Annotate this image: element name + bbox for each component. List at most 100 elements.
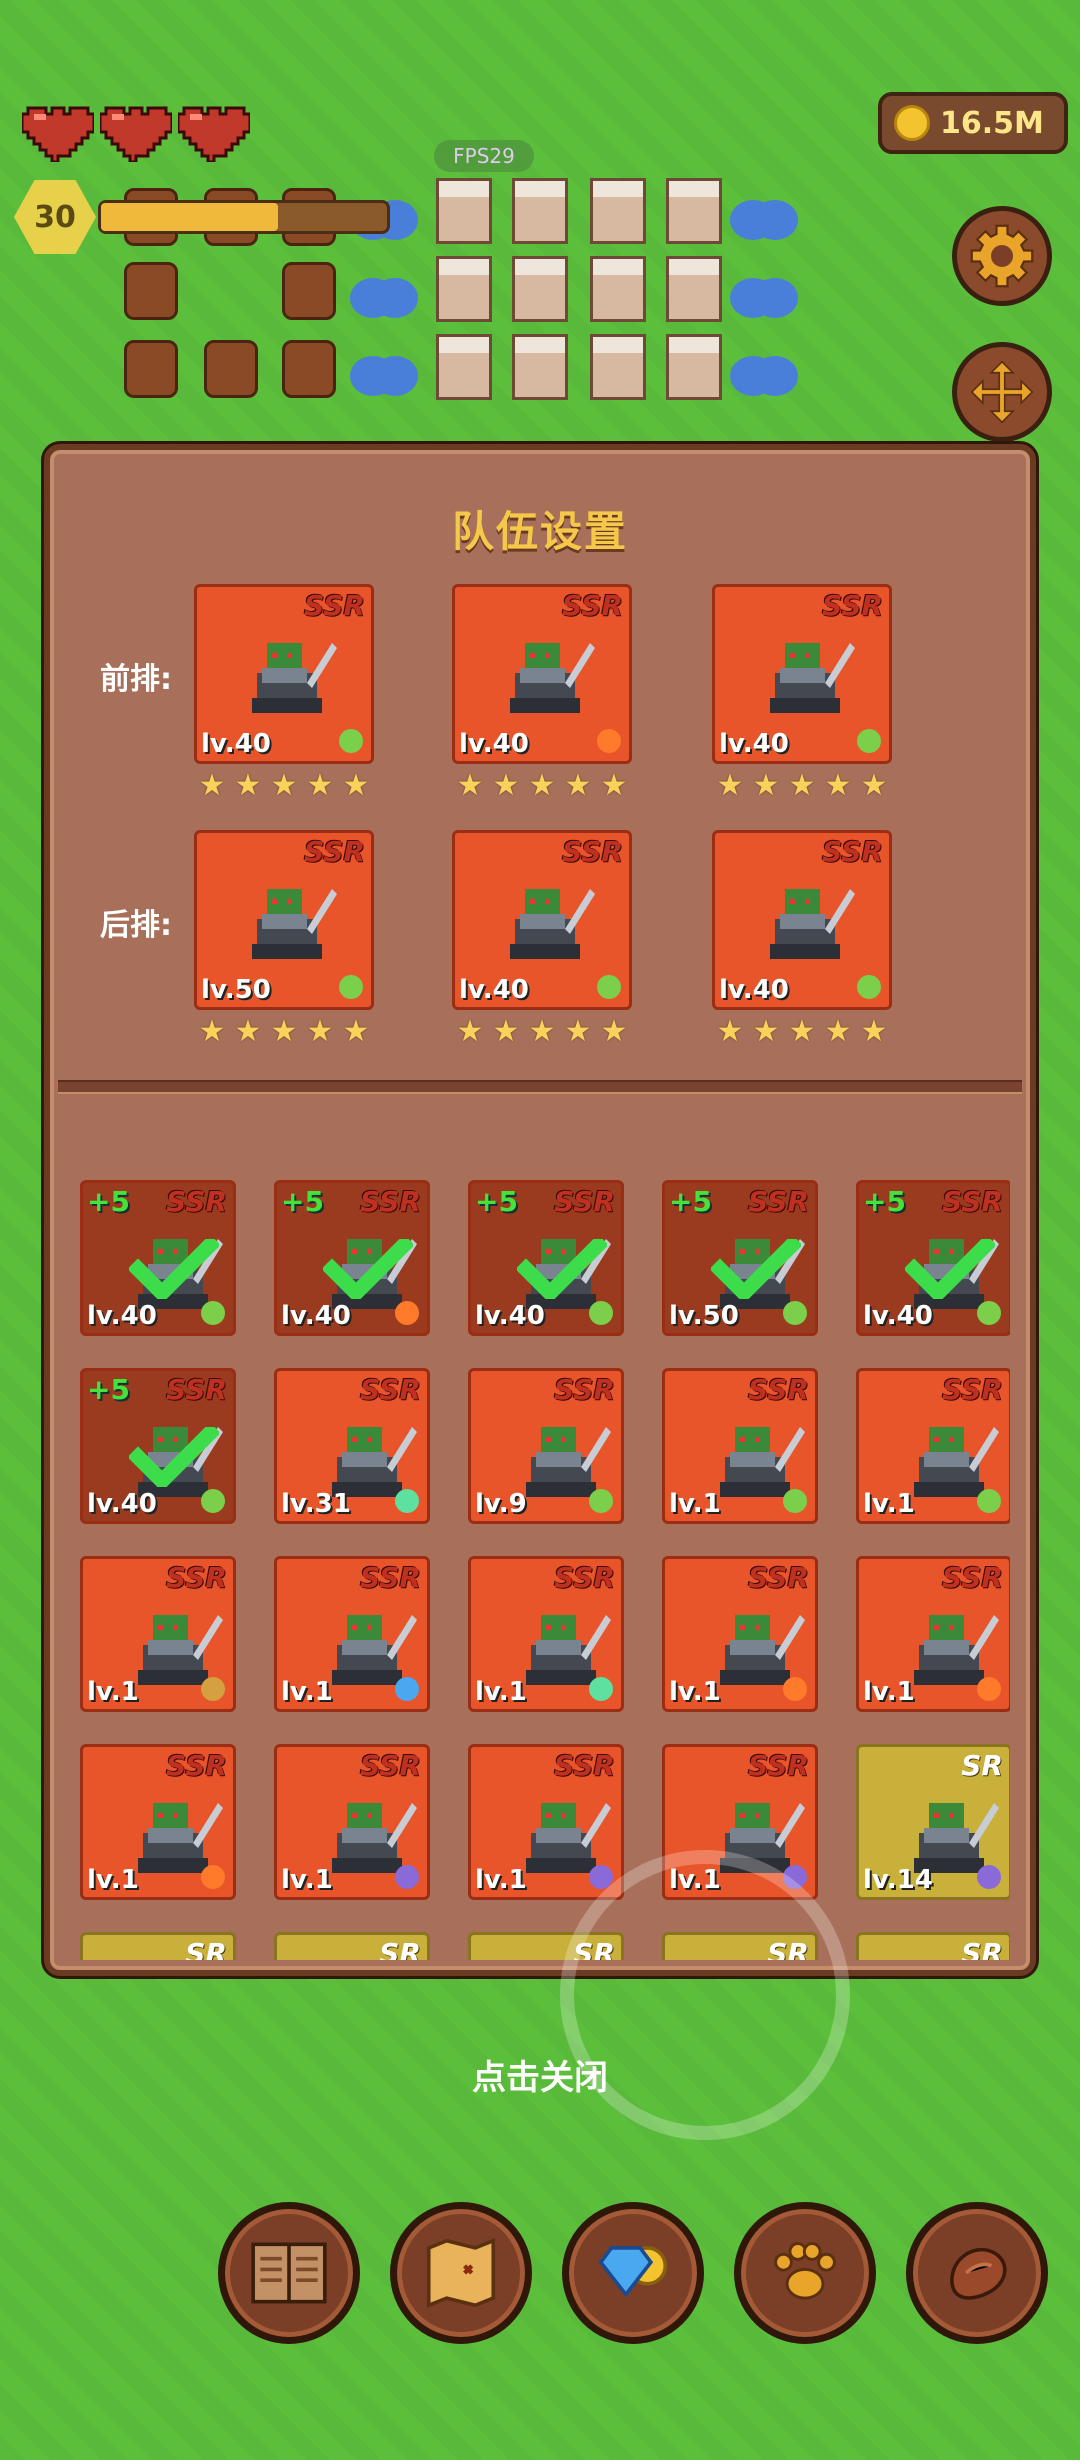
roster-card[interactable]: SSR lv.1 bbox=[274, 1556, 430, 1712]
roster-card[interactable]: SSR lv.1 bbox=[662, 1368, 818, 1524]
roster-card[interactable]: SSR lv.1 bbox=[80, 1744, 236, 1900]
upgrade-plus: +5 bbox=[475, 1185, 518, 1218]
rarity-badge: SSR bbox=[360, 1561, 421, 1594]
back-row-card[interactable]: SSR lv.40 bbox=[712, 830, 892, 1010]
hero-level: lv.1 bbox=[863, 1489, 915, 1519]
coin-counter: 16.5M bbox=[878, 92, 1068, 154]
rarity-badge: SR bbox=[379, 1937, 421, 1960]
pets-button[interactable] bbox=[734, 2202, 876, 2344]
shop-button[interactable] bbox=[562, 2202, 704, 2344]
hero-level: lv.1 bbox=[863, 1677, 915, 1707]
roster-card[interactable]: SSR lv.1 bbox=[274, 1744, 430, 1900]
sun-element-icon bbox=[597, 729, 621, 753]
hero-level: lv.1 bbox=[87, 1865, 139, 1895]
hero-sprite bbox=[770, 889, 855, 959]
leaf-element-icon bbox=[589, 1489, 613, 1513]
rarity-badge: SSR bbox=[562, 589, 623, 622]
star-icon: ★ bbox=[198, 1014, 226, 1049]
leaf-element-icon bbox=[339, 729, 363, 753]
close-hint[interactable]: 点击关闭 bbox=[0, 2050, 1080, 2099]
roster-card[interactable]: +5 SSR lv.50 bbox=[662, 1180, 818, 1336]
paw-icon bbox=[774, 2242, 836, 2300]
star-icon: ★ bbox=[528, 768, 556, 803]
roster-grid[interactable]: +5 SSR lv.40 +5 SSR lv.40 +5 SSR lv.40 +5 SSR lv.50… bbox=[70, 1110, 1010, 1960]
roster-card[interactable]: +5 SSR lv.40 bbox=[80, 1180, 236, 1336]
roster-card[interactable]: SSR lv.1 bbox=[468, 1556, 624, 1712]
roster-card[interactable]: SR bbox=[274, 1932, 430, 1960]
roster-card[interactable]: SR lv.14 bbox=[856, 1744, 1010, 1900]
rarity-badge: SSR bbox=[304, 589, 365, 622]
roster-card[interactable]: SSR lv.1 bbox=[856, 1368, 1010, 1524]
roster-card[interactable]: SR bbox=[80, 1932, 236, 1960]
leaf-element-icon bbox=[783, 1489, 807, 1513]
hero-level: lv.1 bbox=[281, 1865, 333, 1895]
sun-element-icon bbox=[201, 1865, 225, 1889]
roster-card[interactable]: +5 SSR lv.40 bbox=[80, 1368, 236, 1524]
star-rating: ★ ★ ★ ★ ★ bbox=[452, 1014, 632, 1049]
star-icon: ★ bbox=[824, 768, 852, 803]
front-row-card[interactable]: SSR lv.40 bbox=[452, 584, 632, 764]
roster-card[interactable]: +5 SSR lv.40 bbox=[856, 1180, 1010, 1336]
settings-button[interactable] bbox=[952, 206, 1052, 306]
leaf-element-icon bbox=[201, 1301, 225, 1325]
hero-level: lv.50 bbox=[669, 1301, 739, 1331]
hero-level: lv.1 bbox=[87, 1677, 139, 1707]
roster-card[interactable]: SSR lv.9 bbox=[468, 1368, 624, 1524]
leaf-element-icon bbox=[977, 1489, 1001, 1513]
star-rating: ★ ★ ★ ★ ★ bbox=[194, 1014, 374, 1049]
rarity-badge: SSR bbox=[942, 1373, 1003, 1406]
back-row-card[interactable]: SSR lv.40 bbox=[452, 830, 632, 1010]
moon-element-icon bbox=[977, 1865, 1001, 1889]
hero-level: lv.40 bbox=[719, 975, 789, 1005]
codex-button[interactable] bbox=[218, 2202, 360, 2344]
rarity-badge: SSR bbox=[554, 1561, 615, 1594]
star-icon: ★ bbox=[788, 768, 816, 803]
front-row-card[interactable]: SSR lv.40 bbox=[194, 584, 374, 764]
roster-card[interactable]: SSR lv.1 bbox=[80, 1556, 236, 1712]
team-setup-panel: 队伍设置 前排: 后排: SSR lv.40 ★ ★ ★ ★ ★ SSR lv.40 ★ ★ ★ ★ ★ S… bbox=[44, 444, 1036, 1976]
leaf-element-icon bbox=[589, 1301, 613, 1325]
rarity-badge: SSR bbox=[748, 1185, 809, 1218]
hero-level: lv.14 bbox=[863, 1865, 933, 1895]
star-rating: ★ ★ ★ ★ ★ bbox=[712, 768, 892, 803]
star-icon: ★ bbox=[716, 1014, 744, 1049]
rarity-badge: SSR bbox=[360, 1373, 421, 1406]
rarity-badge: SSR bbox=[360, 1185, 421, 1218]
food-button[interactable] bbox=[906, 2202, 1048, 2344]
roster-card[interactable]: SSR lv.1 bbox=[662, 1556, 818, 1712]
star-icon: ★ bbox=[270, 1014, 298, 1049]
back-row-card[interactable]: SSR lv.50 bbox=[194, 830, 374, 1010]
roster-card[interactable]: SR bbox=[856, 1932, 1010, 1960]
hero-level: lv.40 bbox=[719, 729, 789, 759]
front-row-card[interactable]: SSR lv.40 bbox=[712, 584, 892, 764]
rarity-badge: SSR bbox=[822, 589, 883, 622]
gem-element-icon bbox=[395, 1489, 419, 1513]
star-icon: ★ bbox=[342, 1014, 370, 1049]
roster-card[interactable]: SSR lv.1 bbox=[856, 1556, 1010, 1712]
roster-card[interactable]: SSR lv.1 bbox=[468, 1744, 624, 1900]
roster-card[interactable]: SSR lv.31 bbox=[274, 1368, 430, 1524]
rarity-badge: SSR bbox=[166, 1373, 227, 1406]
roster-card[interactable]: +5 SSR lv.40 bbox=[274, 1180, 430, 1336]
rarity-badge: SSR bbox=[942, 1185, 1003, 1218]
rarity-badge: SSR bbox=[166, 1185, 227, 1218]
star-rating: ★ ★ ★ ★ ★ bbox=[452, 768, 632, 803]
star-icon: ★ bbox=[456, 768, 484, 803]
star-icon: ★ bbox=[492, 1014, 520, 1049]
hero-level: lv.40 bbox=[475, 1301, 545, 1331]
rarity-badge: SSR bbox=[748, 1749, 809, 1782]
hero-level: lv.40 bbox=[281, 1301, 351, 1331]
move-button[interactable] bbox=[952, 342, 1052, 442]
rarity-badge: SR bbox=[185, 1937, 227, 1960]
star-icon: ★ bbox=[824, 1014, 852, 1049]
fps-counter: FPS29 bbox=[434, 140, 534, 172]
upgrade-plus: +5 bbox=[669, 1185, 712, 1218]
roster-card[interactable]: +5 SSR lv.40 bbox=[468, 1180, 624, 1336]
star-icon: ★ bbox=[342, 768, 370, 803]
rarity-badge: SSR bbox=[562, 835, 623, 868]
map-button[interactable] bbox=[390, 2202, 532, 2344]
leaf-element-icon bbox=[977, 1301, 1001, 1325]
rarity-badge: SSR bbox=[554, 1373, 615, 1406]
star-icon: ★ bbox=[306, 768, 334, 803]
sun-element-icon bbox=[395, 1301, 419, 1325]
